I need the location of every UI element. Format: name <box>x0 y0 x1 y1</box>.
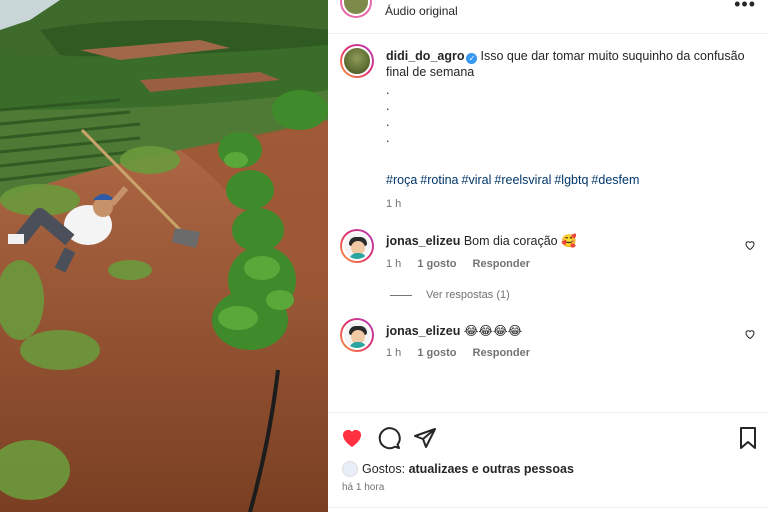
hashtag-link[interactable]: #viral <box>462 173 492 187</box>
comment-body: Bom dia coração 🥰 <box>463 234 577 248</box>
view-replies-label: Ver respostas (1) <box>426 289 510 301</box>
liker-avatar[interactable] <box>342 461 358 477</box>
hashtag-link[interactable]: #lgbtq <box>554 173 588 187</box>
farm-photo <box>0 0 328 512</box>
caption-time: 1 h <box>386 198 402 210</box>
like-heart-icon[interactable] <box>340 426 364 450</box>
share-send-icon[interactable] <box>413 426 437 450</box>
verified-badge-icon: ✓ <box>466 53 478 64</box>
post-media-image <box>0 0 328 512</box>
reply-button[interactable]: Responder <box>473 347 530 359</box>
save-bookmark-icon[interactable] <box>736 426 760 450</box>
comment-likes-count[interactable]: 1 gosto <box>417 347 456 359</box>
hashtag-link[interactable]: #reelsviral <box>494 173 551 187</box>
comment-meta: 1 h 1 gosto Responder <box>386 347 543 359</box>
comment-like-heart-icon[interactable] <box>744 239 756 251</box>
comment-likes-count[interactable]: 1 gosto <box>417 258 456 270</box>
comment-time: 1 h <box>386 258 402 270</box>
caption-hashtags: #roça #rotina #viral #reelsviral #lgbtq #desf… <box>386 172 756 188</box>
comment-username[interactable]: jonas_elizeu <box>386 234 460 248</box>
post-header: Áudio original ••• <box>328 0 768 34</box>
more-options-icon[interactable]: ••• <box>734 0 756 15</box>
likes-summary: Gostos: atualizaes e outras pessoas <box>342 461 574 477</box>
divider <box>328 507 768 508</box>
hashtag-link[interactable]: #rotina <box>420 173 458 187</box>
comment-meta: 1 h 1 gosto Responder <box>386 258 543 270</box>
likes-prefix: Gostos: <box>362 462 406 476</box>
caption-dots: . . . . <box>386 82 756 146</box>
commenter-avatar[interactable] <box>340 229 374 263</box>
post-actions-bar: Gostos: atualizaes e outras pessoas há 1… <box>328 412 768 512</box>
commenter-avatar[interactable] <box>340 318 374 352</box>
audio-label[interactable]: Áudio original <box>385 4 458 18</box>
caption-avatar[interactable] <box>340 44 374 78</box>
caption-username[interactable]: didi_do_agro <box>386 49 464 63</box>
comment-text: jonas_elizeu 😂😂😂😂 <box>386 323 522 338</box>
hashtag-link[interactable]: #desfem <box>591 173 639 187</box>
comment-body: 😂😂😂😂 <box>463 324 523 338</box>
view-replies-button[interactable]: Ver respostas (1) <box>390 289 510 301</box>
reply-button[interactable]: Responder <box>473 258 530 270</box>
comment-icon[interactable] <box>377 426 401 450</box>
comment-item: jonas_elizeu Bom dia coração 🥰 1 h 1 gos… <box>340 229 760 289</box>
post-time-ago: há 1 hora <box>342 482 385 493</box>
comment-text: jonas_elizeu Bom dia coração 🥰 <box>386 234 577 249</box>
caption-text-block: didi_do_agro ✓ Isso que dar tomar muito su… <box>386 48 756 188</box>
caption-dot: . <box>386 115 390 129</box>
post-side-panel: Áudio original ••• didi_do_agro ✓ Isso que… <box>328 0 768 512</box>
caption-dot: . <box>386 83 390 97</box>
replies-divider-line <box>390 294 412 296</box>
caption-dot: . <box>386 99 390 113</box>
comment-like-heart-icon[interactable] <box>744 328 756 340</box>
likers-link[interactable]: atualizaes e outras pessoas <box>409 462 574 476</box>
comment-time: 1 h <box>386 347 402 359</box>
caption-dot: . <box>386 131 390 145</box>
comment-username[interactable]: jonas_elizeu <box>386 324 460 338</box>
author-avatar[interactable] <box>340 0 372 18</box>
hashtag-link[interactable]: #roça <box>386 173 417 187</box>
comment-item: jonas_elizeu 😂😂😂😂 1 h 1 gosto Responder <box>340 318 760 378</box>
